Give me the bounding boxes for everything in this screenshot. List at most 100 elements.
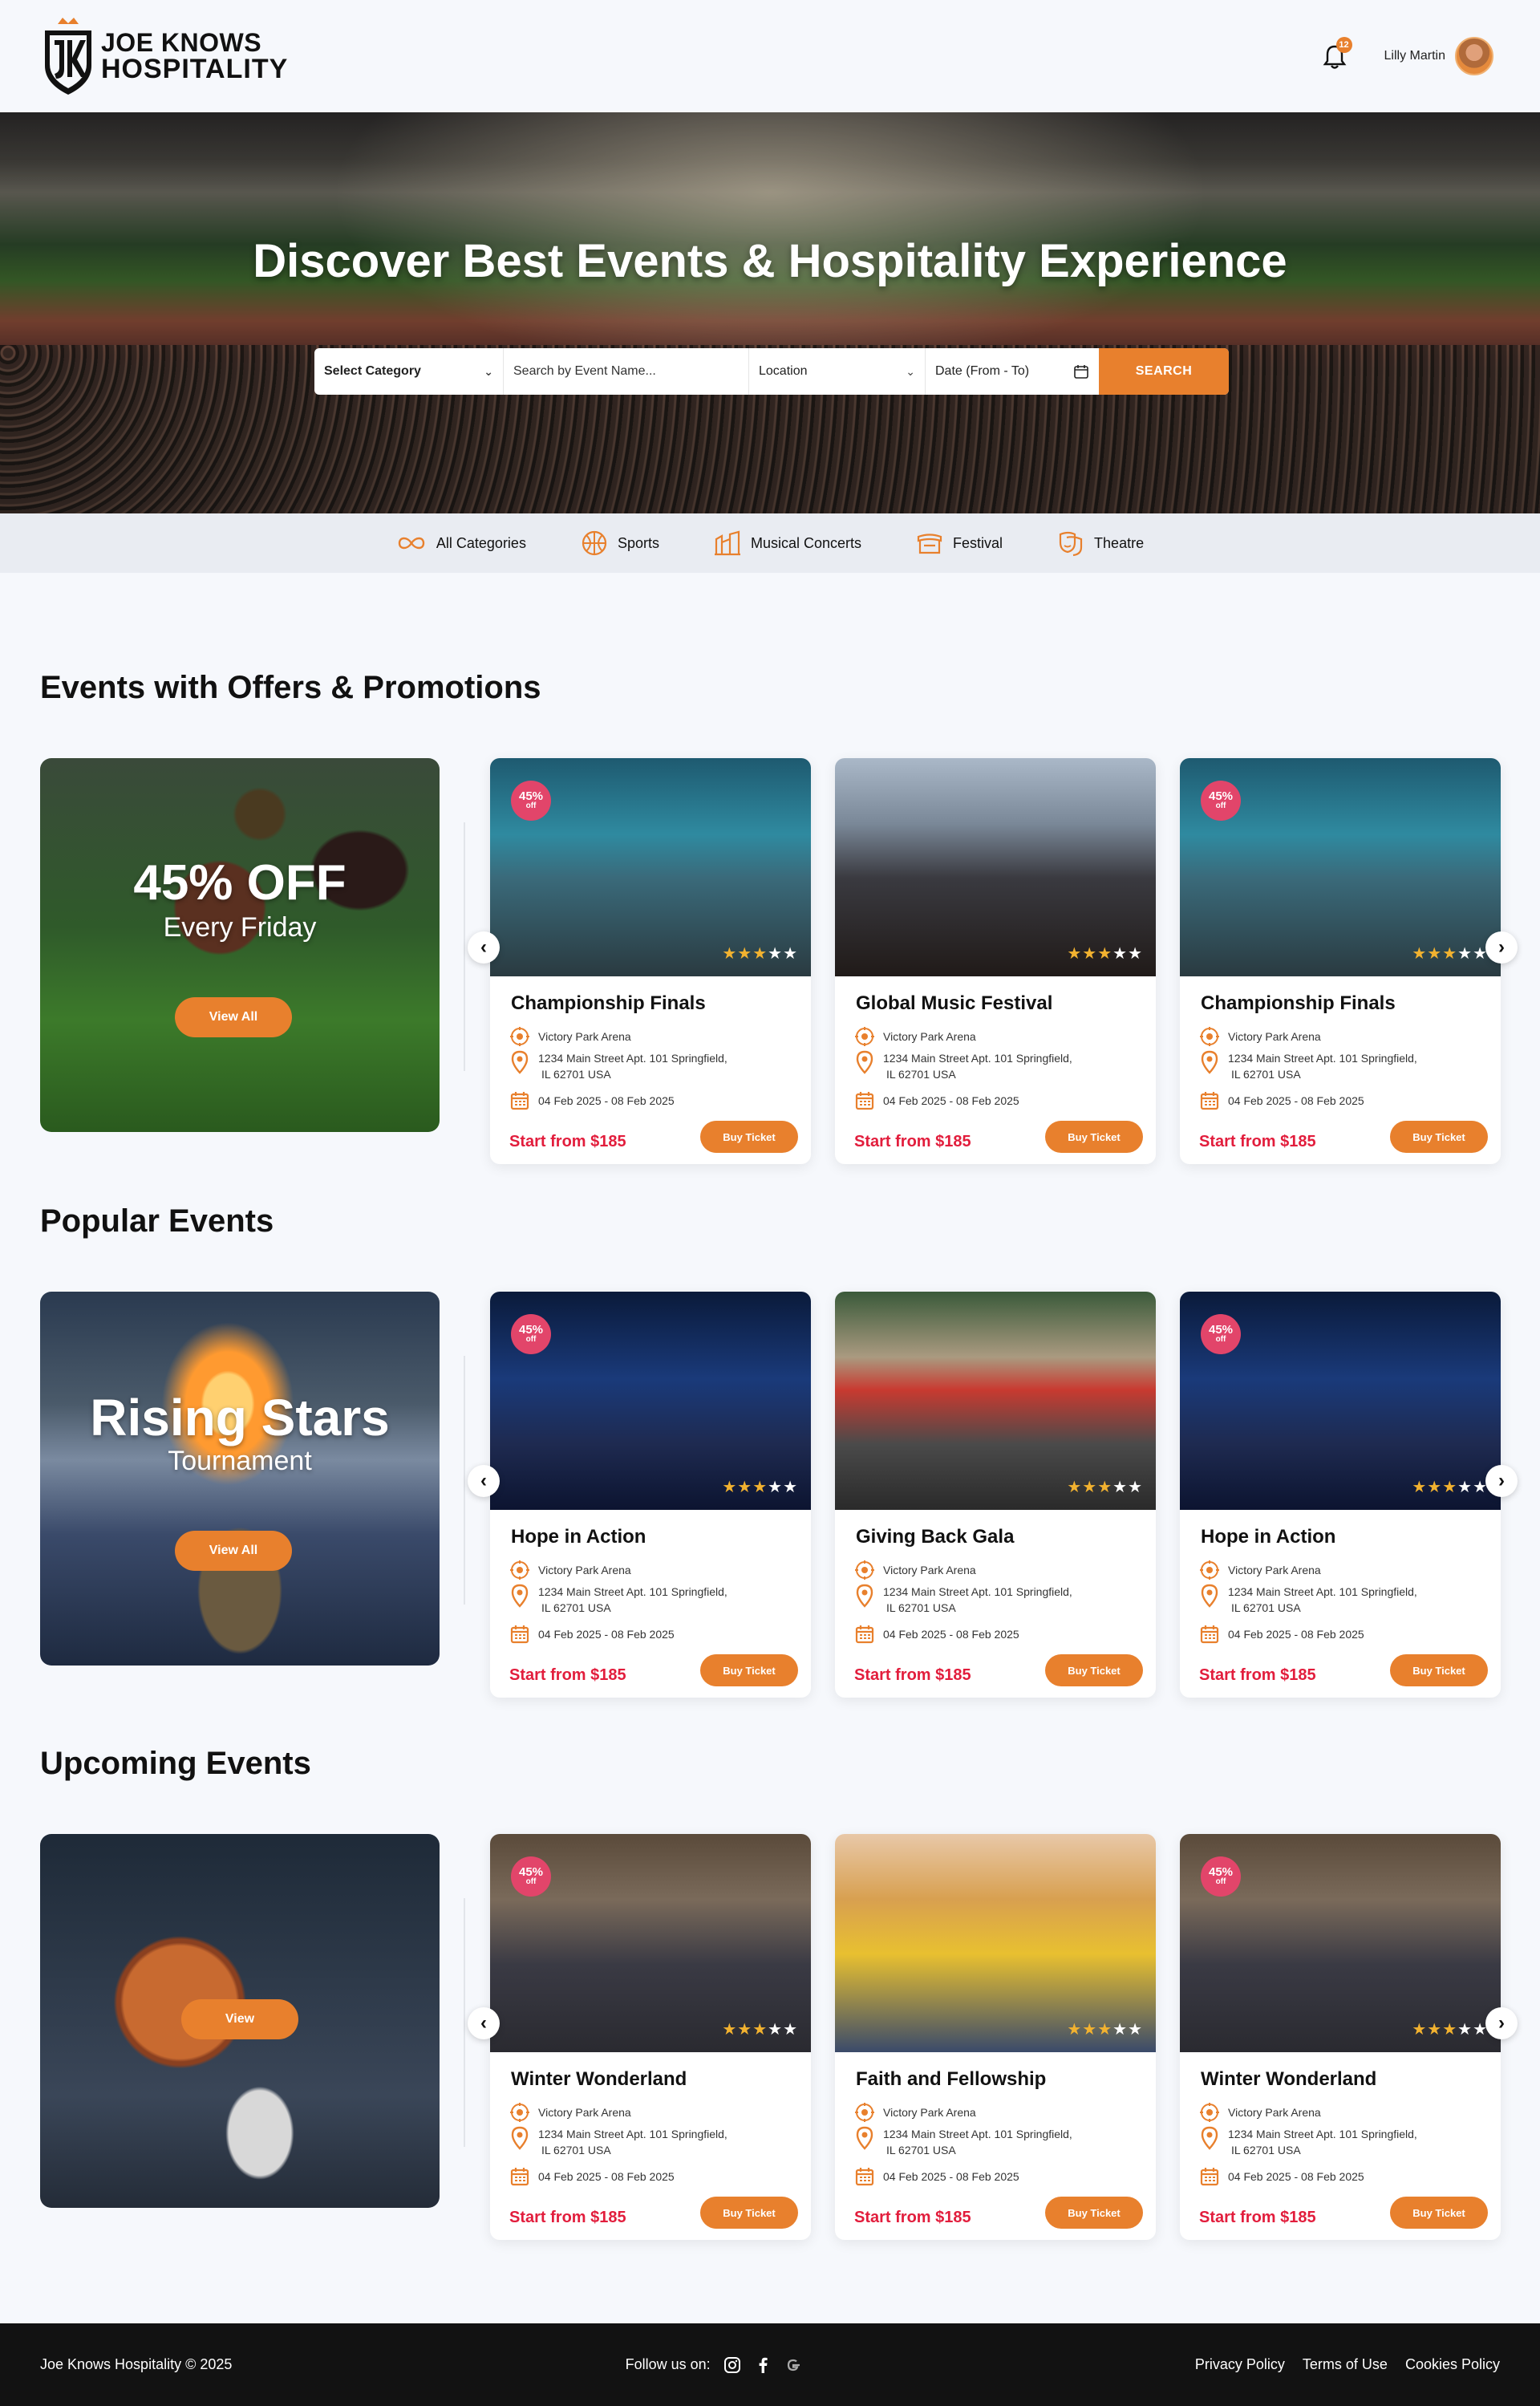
star-icon: ★ <box>737 945 753 963</box>
avatar[interactable] <box>1455 37 1493 75</box>
buy-ticket-button[interactable]: Buy Ticket <box>1045 2197 1143 2229</box>
brand-logo[interactable]: JOE KNOWS HOSPITALITY <box>40 16 288 96</box>
map-pin-icon <box>1201 1584 1218 1608</box>
star-icon: ★ <box>1082 2021 1098 2039</box>
category-musical-concerts[interactable]: Musical Concerts <box>714 529 861 557</box>
discount-badge: 45% off <box>1201 1314 1241 1354</box>
hero-banner: Discover Best Events & Hospitality Exper… <box>0 112 1540 513</box>
event-card[interactable]: 45% off ★★★★★ Hope in Action Victory Park… <box>1180 1292 1501 1698</box>
star-icon: ★ <box>768 2021 784 2039</box>
buy-ticket-button[interactable]: Buy Ticket <box>1390 2197 1488 2229</box>
rating-stars: ★★★★★ <box>722 943 798 964</box>
rating-stars: ★★★★★ <box>1067 2019 1143 2039</box>
carousel-prev-button[interactable]: ‹ <box>468 2007 500 2039</box>
event-card[interactable]: 45% off ★★★★★ Winter Wonderland Victory P… <box>1180 1834 1501 2240</box>
buy-ticket-button[interactable]: Buy Ticket <box>1045 1121 1143 1153</box>
event-address: 1234 Main Street Apt. 101 Springfield, IL… <box>509 1050 727 1082</box>
venue-target-icon <box>510 2103 529 2122</box>
view-all-button[interactable]: View All <box>175 1531 292 1571</box>
chevron-right-icon: › <box>1498 2012 1505 2034</box>
event-name-search-input[interactable]: Search by Event Name... <box>504 348 749 395</box>
map-pin-icon <box>856 2126 873 2150</box>
event-card[interactable]: 45% off ★★★★★ Championship Finals Victory… <box>490 758 811 1164</box>
venue-target-icon <box>855 1560 874 1580</box>
view-all-button[interactable]: View All <box>175 997 292 1037</box>
discount-badge: 45% off <box>511 781 551 821</box>
carousel-prev-button[interactable]: ‹ <box>468 1465 500 1497</box>
star-icon: ★ <box>1097 2021 1113 2039</box>
buy-ticket-button[interactable]: Buy Ticket <box>1390 1121 1488 1153</box>
category-select[interactable]: Select Category ⌄ <box>314 348 504 395</box>
location-select[interactable]: Location ⌄ <box>749 348 926 395</box>
event-title: Giving Back Gala <box>856 1526 1015 1548</box>
carousel-prev-button[interactable]: ‹ <box>468 931 500 964</box>
calendar-icon <box>1074 365 1088 379</box>
category-festival[interactable]: Festival <box>916 529 1003 557</box>
carousel-next-button[interactable]: › <box>1485 931 1518 964</box>
promo-banner[interactable]: 45% OFF Every Friday View All <box>40 758 440 1132</box>
star-icon: ★ <box>1412 1479 1428 1496</box>
cookies-policy-link[interactable]: Cookies Policy <box>1405 2356 1500 2373</box>
star-icon: ★ <box>1427 2021 1443 2039</box>
event-card[interactable]: ★★★★★ Global Music Festival Victory Park… <box>835 758 1156 1164</box>
instagram-icon[interactable] <box>723 2356 741 2374</box>
chevron-down-icon: ⌄ <box>484 364 493 378</box>
notification-count-badge: 12 <box>1335 37 1352 53</box>
event-card[interactable]: ★★★★★ Faith and Fellowship Victory Park … <box>835 1834 1156 2240</box>
promo-banner[interactable]: View <box>40 1834 440 2208</box>
calendar-icon <box>1200 1092 1219 1110</box>
privacy-policy-link[interactable]: Privacy Policy <box>1195 2356 1285 2373</box>
event-image: 45% off ★★★★★ <box>1180 1292 1501 1510</box>
notifications-button[interactable]: 12 <box>1319 37 1352 72</box>
view-all-button[interactable]: View <box>181 1999 298 2039</box>
star-icon: ★ <box>1112 2021 1129 2039</box>
event-title: Hope in Action <box>1201 1526 1336 1548</box>
category-theatre[interactable]: Theatre <box>1057 529 1144 557</box>
venue-target-icon <box>855 2103 874 2122</box>
event-card[interactable]: 45% off ★★★★★ Winter Wonderland Victory P… <box>490 1834 811 2240</box>
event-address: 1234 Main Street Apt. 101 Springfield, IL… <box>509 1584 727 1616</box>
star-icon: ★ <box>1457 945 1473 963</box>
shield-logo-icon <box>45 18 91 95</box>
date-range-picker[interactable]: Date (From - To) <box>926 348 1099 395</box>
category-all[interactable]: All Categories <box>396 535 526 552</box>
event-venue: Victory Park Arena <box>854 2102 976 2123</box>
promo-banner[interactable]: Rising Stars Tournament View All <box>40 1292 440 1666</box>
chevron-left-icon: ‹ <box>480 1470 487 1491</box>
star-icon: ★ <box>722 1479 738 1496</box>
star-icon: ★ <box>1097 945 1113 963</box>
event-image: ★★★★★ <box>835 1292 1156 1510</box>
buy-ticket-button[interactable]: Buy Ticket <box>700 1654 798 1686</box>
carousel-next-button[interactable]: › <box>1485 2007 1518 2039</box>
star-icon: ★ <box>1457 1479 1473 1496</box>
star-icon: ★ <box>1442 1479 1458 1496</box>
event-card[interactable]: 45% off ★★★★★ Championship Finals Victory… <box>1180 758 1501 1164</box>
facebook-icon[interactable] <box>754 2356 772 2374</box>
star-icon: ★ <box>783 945 798 963</box>
event-card[interactable]: 45% off ★★★★★ Hope in Action Victory Park… <box>490 1292 811 1698</box>
star-icon: ★ <box>783 1479 798 1496</box>
carousel-next-button[interactable]: › <box>1485 1465 1518 1497</box>
ball-icon <box>582 530 607 556</box>
chevron-down-icon: ⌄ <box>906 364 915 378</box>
rating-stars: ★★★★★ <box>1067 1477 1143 1497</box>
google-icon[interactable] <box>784 2356 802 2374</box>
buy-ticket-button[interactable]: Buy Ticket <box>700 1121 798 1153</box>
terms-of-use-link[interactable]: Terms of Use <box>1303 2356 1388 2373</box>
map-pin-icon <box>1201 2126 1218 2150</box>
chevron-right-icon: › <box>1498 1470 1505 1491</box>
buy-ticket-button[interactable]: Buy Ticket <box>1390 1654 1488 1686</box>
event-card[interactable]: ★★★★★ Giving Back Gala Victory Park Aren… <box>835 1292 1156 1698</box>
buy-ticket-button[interactable]: Buy Ticket <box>1045 1654 1143 1686</box>
category-sports[interactable]: Sports <box>581 529 659 557</box>
masks-icon <box>1059 531 1083 557</box>
event-image: ★★★★★ <box>835 758 1156 976</box>
page: { "header":{"brand_line1":"JOE KNOWS","b… <box>0 0 1540 2406</box>
venue-target-icon <box>855 1027 874 1046</box>
map-pin-icon <box>511 1050 529 1074</box>
infinity-icon <box>398 537 425 550</box>
buy-ticket-button[interactable]: Buy Ticket <box>700 2197 798 2229</box>
user-name[interactable]: Lilly Martin <box>1384 49 1445 63</box>
star-icon: ★ <box>1457 2021 1473 2039</box>
search-button[interactable]: SEARCH <box>1099 348 1229 395</box>
